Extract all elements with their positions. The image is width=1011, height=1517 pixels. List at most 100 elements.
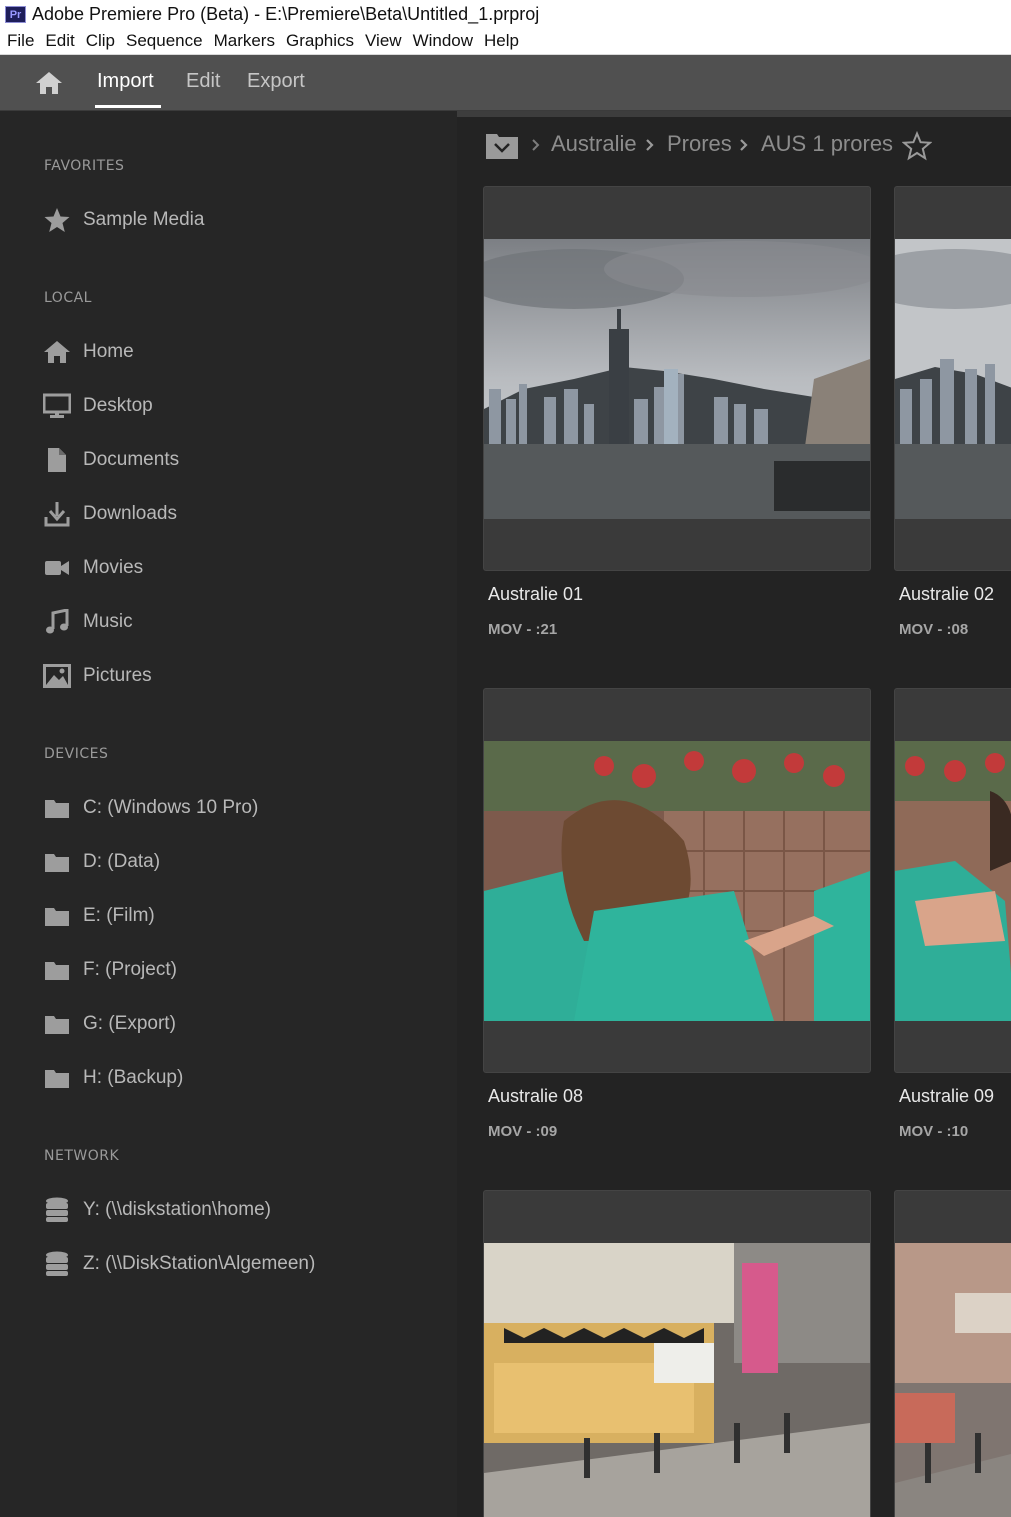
tab-export[interactable]: Export — [247, 70, 305, 93]
sidebar-item-label: Z: (\\DiskStation\Algemeen) — [83, 1253, 316, 1274]
video-camera-icon — [45, 561, 69, 575]
sidebar-item-drive-d[interactable]: D: (Data) — [40, 844, 440, 880]
media-tile[interactable] — [894, 186, 1011, 571]
clip-meta: MOV - :10 — [899, 1123, 969, 1140]
sidebar-item-drive-f[interactable]: F: (Project) — [40, 952, 440, 988]
sidebar-item-home[interactable]: Home — [40, 334, 440, 370]
clip-name: Australie 09 — [899, 1086, 995, 1106]
clip-meta: MOV - :21 — [488, 621, 558, 638]
local-heading: LOCAL — [44, 290, 92, 306]
premiere-app-icon: Pr — [5, 5, 26, 23]
sidebar-item-label: Desktop — [83, 395, 153, 416]
chevron-right-icon — [740, 139, 748, 151]
folder-icon — [45, 908, 69, 926]
home-icon — [36, 72, 62, 94]
clip-name: Australie 01 — [488, 584, 584, 604]
sidebar-item-desktop[interactable]: Desktop — [40, 388, 440, 424]
menu-edit[interactable]: Edit — [45, 31, 74, 51]
clip-thumbnail — [484, 1243, 870, 1517]
sidebar-item-label: Home — [83, 341, 134, 362]
media-tile[interactable] — [483, 186, 871, 571]
window-title-bar: Pr Adobe Premiere Pro (Beta) - E:\Premie… — [0, 0, 1011, 28]
sidebar-item-label: C: (Windows 10 Pro) — [83, 797, 259, 818]
folder-icon — [45, 1016, 69, 1034]
menu-markers[interactable]: Markers — [214, 31, 275, 51]
server-icon — [46, 1197, 68, 1222]
network-heading: NETWORK — [44, 1148, 120, 1164]
sidebar-item-label: Y: (\\diskstation\home) — [83, 1199, 271, 1220]
media-tile[interactable] — [483, 1190, 871, 1517]
home-icon — [44, 341, 70, 363]
sidebar-item-pictures[interactable]: Pictures — [40, 658, 440, 694]
star-outline-icon — [901, 130, 933, 161]
download-icon — [44, 502, 70, 527]
sidebar-item-music[interactable]: Music — [40, 604, 440, 640]
media-tile[interactable] — [483, 688, 871, 1073]
window-title: Adobe Premiere Pro (Beta) - E:\Premiere\… — [32, 3, 540, 24]
breadcrumb: Australie Prores AUS 1 prores — [457, 125, 1011, 169]
clip-name: Australie 08 — [488, 1086, 584, 1106]
clip-meta: MOV - :09 — [488, 1123, 558, 1140]
chevron-right-icon — [646, 139, 654, 151]
sidebar-item-label: Movies — [83, 557, 144, 578]
monitor-icon — [43, 393, 71, 418]
sidebar-item-label: F: (Project) — [83, 959, 177, 980]
menu-bar: File Edit Clip Sequence Markers Graphics… — [0, 28, 1011, 55]
add-favorite-button[interactable] — [901, 130, 933, 161]
folder-chevron-icon — [486, 134, 518, 159]
location-sidebar: FAVORITES Sample Media LOCAL Home Deskto… — [0, 111, 457, 1517]
clip-thumbnail — [895, 1243, 1011, 1517]
menu-file[interactable]: File — [7, 31, 34, 51]
music-note-icon — [46, 609, 69, 634]
sidebar-item-downloads[interactable]: Downloads — [40, 496, 440, 532]
sidebar-item-drive-c[interactable]: C: (Windows 10 Pro) — [40, 790, 440, 826]
sidebar-item-sample-media[interactable]: Sample Media — [40, 202, 440, 238]
breadcrumb-item-australie[interactable]: Australie — [551, 131, 637, 157]
sidebar-item-label: G: (Export) — [83, 1013, 176, 1034]
sidebar-item-drive-h[interactable]: H: (Backup) — [40, 1060, 440, 1096]
clip-thumbnail — [895, 741, 1011, 1021]
menu-help[interactable]: Help — [484, 31, 519, 51]
server-icon — [46, 1251, 68, 1276]
panel-top-edge — [457, 111, 1011, 117]
menu-window[interactable]: Window — [413, 31, 473, 51]
sidebar-item-drive-e[interactable]: E: (Film) — [40, 898, 440, 934]
clip-thumbnail — [484, 239, 870, 519]
menu-view[interactable]: View — [365, 31, 402, 51]
workspace-header: Import Edit Export — [0, 55, 1011, 111]
chevron-right-icon — [532, 139, 540, 151]
picture-icon — [43, 664, 71, 688]
breadcrumb-item-prores[interactable]: Prores — [667, 131, 732, 157]
menu-clip[interactable]: Clip — [86, 31, 115, 51]
folder-dropdown-button[interactable] — [485, 131, 519, 161]
tab-import[interactable]: Import — [97, 70, 154, 93]
document-icon — [48, 448, 66, 472]
menu-graphics[interactable]: Graphics — [286, 31, 354, 51]
sidebar-item-label: Music — [83, 611, 133, 632]
folder-icon — [45, 800, 69, 818]
clip-name: Australie 02 — [899, 584, 995, 604]
clip-meta: MOV - :08 — [899, 621, 969, 638]
breadcrumb-item-aus-1-prores[interactable]: AUS 1 prores — [761, 131, 893, 157]
folder-icon — [45, 854, 69, 872]
sidebar-item-label: Downloads — [83, 503, 177, 524]
clip-thumbnail — [895, 239, 1011, 519]
sidebar-item-label: Sample Media — [83, 209, 205, 230]
sidebar-item-movies[interactable]: Movies — [40, 550, 440, 586]
media-tile[interactable] — [894, 688, 1011, 1073]
sidebar-item-label: D: (Data) — [83, 851, 161, 872]
clip-thumbnail — [484, 741, 870, 1021]
sidebar-item-network-y[interactable]: Y: (\\diskstation\home) — [40, 1192, 440, 1228]
sidebar-item-drive-g[interactable]: G: (Export) — [40, 1006, 440, 1042]
devices-heading: DEVICES — [44, 746, 109, 762]
sidebar-item-documents[interactable]: Documents — [40, 442, 440, 478]
menu-sequence[interactable]: Sequence — [126, 31, 203, 51]
tab-edit[interactable]: Edit — [186, 70, 220, 93]
sidebar-item-label: Documents — [83, 449, 180, 470]
sidebar-item-network-z[interactable]: Z: (\\DiskStation\Algemeen) — [40, 1246, 440, 1282]
media-tile[interactable] — [894, 1190, 1011, 1517]
favorites-heading: FAVORITES — [44, 158, 125, 174]
folder-icon — [45, 1070, 69, 1088]
home-button[interactable] — [34, 70, 64, 96]
star-icon — [44, 208, 70, 232]
